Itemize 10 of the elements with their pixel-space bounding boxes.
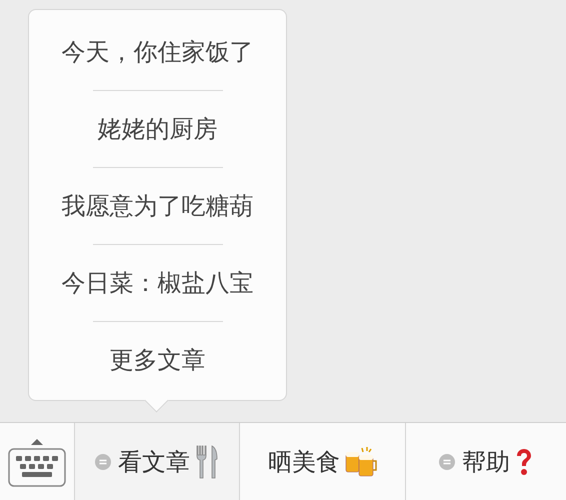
keyboard-icon[interactable]: [8, 436, 66, 486]
fork-knife-icon: [195, 444, 219, 478]
menu-tab[interactable]: 看文章: [75, 423, 240, 500]
question-mark-icon: [515, 448, 533, 476]
submenu-item[interactable]: 今日菜：椒盐八宝: [29, 245, 286, 321]
submenu-item[interactable]: 我愿意为了吃糖葫: [29, 168, 286, 244]
beer-mugs-icon: [345, 446, 377, 478]
submenu-item[interactable]: 更多文章: [29, 322, 286, 398]
submenu-item[interactable]: 今天，你住家饭了: [29, 14, 286, 90]
submenu-item[interactable]: 姥姥的厨房: [29, 91, 286, 167]
